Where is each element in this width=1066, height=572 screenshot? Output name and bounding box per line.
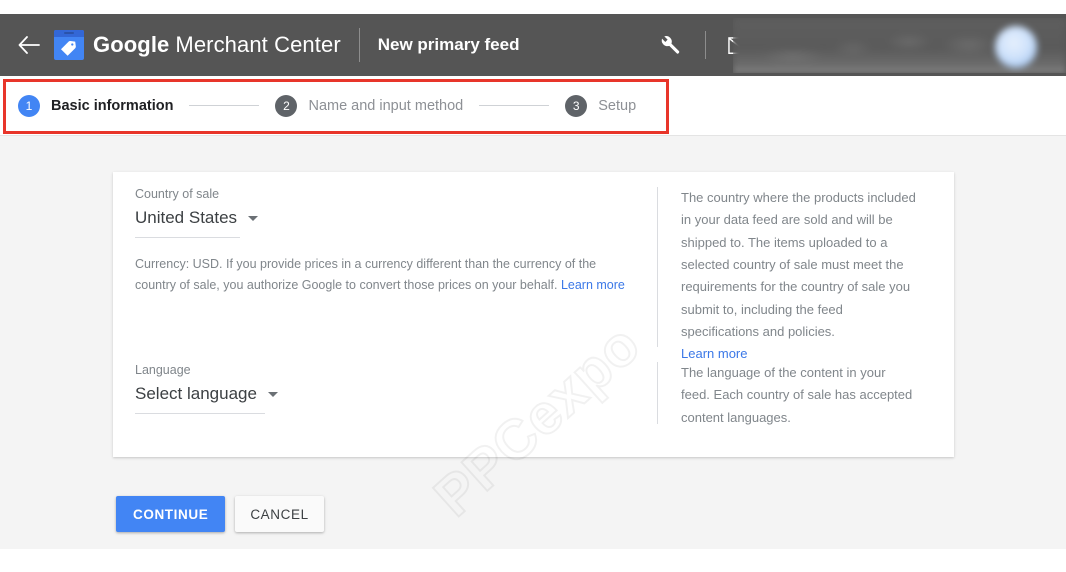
step-connector-2 — [479, 105, 550, 106]
tag-icon-topbar — [54, 30, 84, 37]
country-of-sale-label: Country of sale — [135, 187, 220, 201]
avatar[interactable] — [995, 26, 1037, 68]
bottom-white-strip — [0, 549, 1066, 566]
stepper-band: 1 Basic information 2 Name and input met… — [0, 76, 1066, 136]
chevron-down-icon — [267, 391, 278, 397]
country-of-sale-value: United States — [135, 208, 238, 227]
top-white-strip — [0, 0, 1066, 14]
step-1-number: 1 — [18, 94, 40, 117]
tag-icon-shape — [60, 39, 78, 60]
country-help-panel: The country where the products included … — [657, 187, 917, 361]
step-1-label: Basic information — [51, 97, 174, 114]
brand-google: Google — [93, 32, 170, 57]
chevron-down-icon — [248, 215, 259, 221]
action-button-row: CONTINUE CANCEL — [116, 496, 324, 532]
back-arrow-icon[interactable] — [14, 30, 44, 60]
country-help-text: The country where the products included … — [681, 190, 916, 340]
language-help-text: The language of the content in your feed… — [681, 365, 913, 425]
brand-text: Google Merchant Center — [93, 32, 341, 58]
account-info-blurred[interactable] — [733, 18, 1066, 73]
country-of-sale-select[interactable]: United States — [135, 208, 259, 228]
brand-merchant-center: Merchant Center — [175, 32, 341, 57]
basic-information-card: Country of sale United States Currency: … — [113, 172, 954, 529]
stepper: 1 Basic information 2 Name and input met… — [18, 76, 636, 135]
page-body: Country of sale United States Currency: … — [0, 136, 1066, 549]
language-select[interactable]: Select language — [135, 384, 278, 404]
language-value: Select language — [135, 384, 257, 403]
step-connector-1 — [189, 105, 260, 106]
step-3-number: 3 — [565, 94, 588, 117]
continue-button[interactable]: CONTINUE — [116, 496, 226, 532]
language-field-underline — [135, 413, 265, 414]
step-2-label: Name and input method — [308, 97, 464, 114]
step-basic-information[interactable]: 1 Basic information — [18, 94, 174, 117]
country-help-learn-more-link[interactable]: Learn more — [681, 346, 747, 361]
country-field-underline — [135, 237, 240, 238]
currency-help-text: Currency: USD. If you provide prices in … — [135, 254, 635, 295]
language-field: Language Select language — [135, 363, 435, 414]
header-divider — [358, 28, 360, 62]
country-of-sale-field: Country of sale United States Currency: … — [135, 187, 635, 295]
step-2-number: 2 — [275, 94, 298, 117]
currency-help-sentence: Currency: USD. If you provide prices in … — [135, 257, 597, 292]
cancel-button[interactable]: CANCEL — [235, 496, 324, 532]
step-setup[interactable]: 3 Setup — [565, 94, 637, 117]
currency-learn-more-link[interactable]: Learn more — [561, 278, 625, 292]
merchant-tag-icon — [54, 30, 84, 60]
watermark-text: PPCexpo — [421, 311, 653, 529]
wrench-icon[interactable] — [651, 26, 689, 64]
step-name-and-input-method[interactable]: 2 Name and input method — [275, 94, 464, 117]
page-title: New primary feed — [377, 35, 520, 54]
header-icon-divider — [705, 31, 706, 59]
step-3-label: Setup — [598, 97, 637, 114]
language-label: Language — [135, 363, 191, 377]
language-help-panel: The language of the content in your feed… — [657, 362, 917, 425]
